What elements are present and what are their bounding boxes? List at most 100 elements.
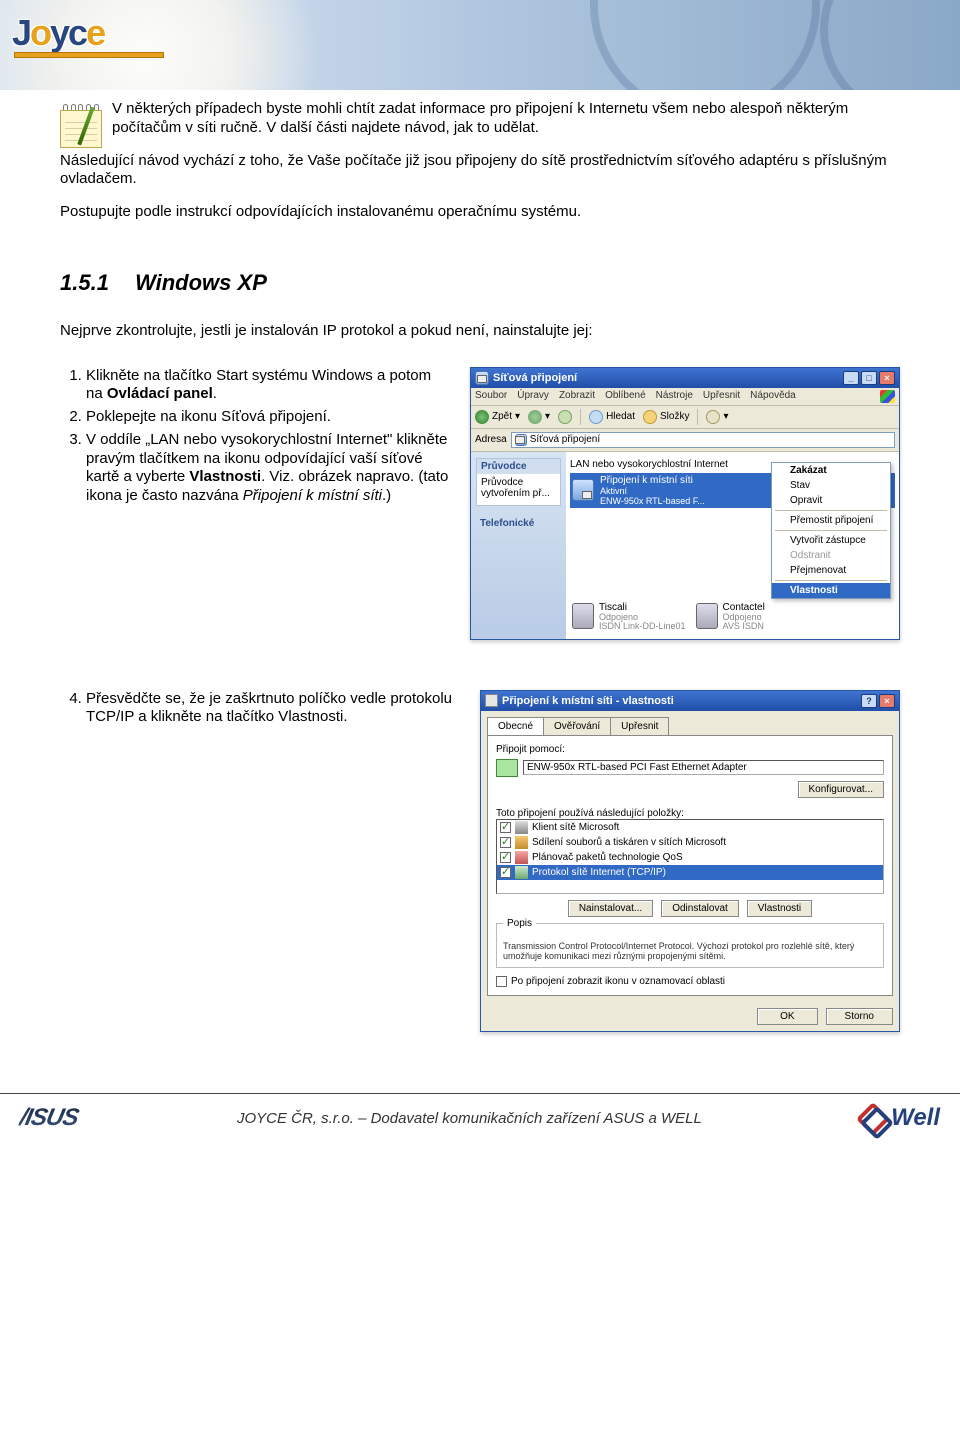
network-icon xyxy=(515,434,527,446)
maximize-button[interactable]: □ xyxy=(861,371,877,385)
show-icon-checkbox[interactable] xyxy=(496,976,507,987)
step-4: Přesvědčte se, že je zaškrtnuto políčko … xyxy=(86,690,460,728)
forward-icon xyxy=(528,410,542,424)
description-label: Popis xyxy=(503,918,536,929)
search-icon xyxy=(589,410,603,424)
list-item[interactable]: Klient sítě Microsoft xyxy=(497,820,883,835)
step-3: V oddíle „LAN nebo vysokorychlostní Inte… xyxy=(86,431,450,506)
ctx-properties[interactable]: Vlastnosti xyxy=(772,583,890,598)
forward-button[interactable]: ▾ xyxy=(528,410,550,424)
connect-using-label: Připojit pomocí: xyxy=(496,744,884,755)
close-button[interactable]: × xyxy=(879,371,895,385)
side-section-label: Telefonické xyxy=(476,516,561,531)
ctx-repair[interactable]: Opravit xyxy=(772,493,890,508)
network-connections-window: Síťová připojení _ □ × Soubor Úpravy Zob… xyxy=(470,367,900,640)
context-menu: Zakázat Stav Opravit Přemostit připojení… xyxy=(771,462,891,599)
menu-item[interactable]: Oblíbené xyxy=(605,390,646,403)
task-link[interactable]: Průvodce vytvořením př... xyxy=(481,477,556,499)
footer-text: JOYCE ČR, s.r.o. – Dodavatel komunikační… xyxy=(237,1110,702,1127)
views-button[interactable]: ▾ xyxy=(706,410,728,424)
window-title: Připojení k místní síti - vlastnosti xyxy=(502,695,674,707)
connection-properties-dialog: Připojení k místní síti - vlastnosti ? ×… xyxy=(480,690,900,1033)
section-title: Windows XP xyxy=(135,270,267,295)
tab-general[interactable]: Obecné xyxy=(487,717,544,735)
share-icon xyxy=(515,836,528,849)
phone-icon xyxy=(572,603,594,629)
windows-flag-icon xyxy=(880,390,895,403)
ctx-rename[interactable]: Přejmenovat xyxy=(772,563,890,578)
up-button[interactable] xyxy=(558,410,572,424)
list-item[interactable]: Sdílení souborů a tiskáren v sítích Micr… xyxy=(497,835,883,850)
main-pane: LAN nebo vysokorychlostní Internet Připo… xyxy=(566,452,899,639)
ctx-bridge[interactable]: Přemostit připojení xyxy=(772,513,890,528)
section-number: 1.5.1 xyxy=(60,270,109,295)
qos-icon xyxy=(515,851,528,864)
menubar: Soubor Úpravy Zobrazit Oblíbené Nástroje… xyxy=(471,388,899,406)
dialog-icon xyxy=(485,694,498,707)
notepad-icon xyxy=(60,100,102,148)
close-button[interactable]: × xyxy=(879,694,895,708)
intro-paragraph: Nejprve zkontrolujte, jestli je instalov… xyxy=(60,322,900,341)
tab-bar: Obecné Ověřování Upřesnit xyxy=(481,711,899,735)
tab-advanced[interactable]: Upřesnit xyxy=(610,717,669,735)
phone-icon xyxy=(696,603,718,629)
address-field[interactable]: Síťová připojení xyxy=(511,432,895,448)
menu-item[interactable]: Zobrazit xyxy=(559,390,595,403)
well-logo: Well xyxy=(861,1104,940,1132)
folders-button[interactable]: Složky xyxy=(643,410,689,424)
ctx-disable[interactable]: Zakázat xyxy=(772,463,890,478)
step-1: Klikněte na tlačítko Start systému Windo… xyxy=(86,367,450,405)
client-icon xyxy=(515,821,528,834)
window-titlebar: Připojení k místní síti - vlastnosti ? × xyxy=(481,691,899,711)
minimize-button[interactable]: _ xyxy=(843,371,859,385)
task-pane: Průvodce Průvodce vytvořením př... Telef… xyxy=(471,452,566,639)
toolbar: Zpět ▾ ▾ Hledat Složky ▾ xyxy=(471,406,899,429)
nic-icon xyxy=(496,759,518,777)
page-footer: /ISUS JOYCE ČR, s.r.o. – Dodavatel komun… xyxy=(0,1093,960,1142)
search-button[interactable]: Hledat xyxy=(589,410,635,424)
list-item[interactable]: Plánovač paketů technologie QoS xyxy=(497,850,883,865)
menu-item[interactable]: Upřesnit xyxy=(703,390,740,403)
properties-button[interactable]: Vlastnosti xyxy=(747,900,812,917)
dialup-item[interactable]: Contactel Odpojeno AVS ISDN xyxy=(696,602,765,631)
ok-button[interactable]: OK xyxy=(757,1008,817,1025)
network-icon xyxy=(475,371,489,385)
adapter-name-field: ENW-950x RTL-based PCI Fast Ethernet Ada… xyxy=(523,760,884,775)
note-paragraph: V některých případech byste mohli chtít … xyxy=(112,100,900,138)
list-item-tcpip[interactable]: Protokol sítě Internet (TCP/IP) xyxy=(497,865,883,880)
configure-button[interactable]: Konfigurovat... xyxy=(798,781,884,798)
install-button[interactable]: Nainstalovat... xyxy=(568,900,653,917)
window-title: Síťová připojení xyxy=(493,372,577,384)
dialup-item[interactable]: Tiscali Odpojeno ISDN Link-DD-Line01 xyxy=(572,602,686,631)
asus-logo: /ISUS xyxy=(17,1104,81,1132)
menu-item[interactable]: Úpravy xyxy=(517,390,549,403)
checkbox-icon[interactable] xyxy=(500,852,511,863)
tab-auth[interactable]: Ověřování xyxy=(543,717,611,735)
cancel-button[interactable]: Storno xyxy=(826,1008,893,1025)
connection-icon xyxy=(572,479,594,501)
window-titlebar: Síťová připojení _ □ × xyxy=(471,368,899,388)
folder-icon xyxy=(643,410,657,424)
menu-item[interactable]: Soubor xyxy=(475,390,507,403)
components-listbox[interactable]: Klient sítě Microsoft Sdílení souborů a … xyxy=(496,819,884,894)
back-button[interactable]: Zpět ▾ xyxy=(475,410,520,424)
address-bar: Adresa Síťová připojení xyxy=(471,429,899,452)
section-heading: 1.5.1 Windows XP xyxy=(60,270,900,296)
ctx-shortcut[interactable]: Vytvořit zástupce xyxy=(772,533,890,548)
checkbox-icon[interactable] xyxy=(500,822,511,833)
uninstall-button[interactable]: Odinstalovat xyxy=(661,900,739,917)
checkbox-icon[interactable] xyxy=(500,867,511,878)
description-text: Transmission Control Protocol/Internet P… xyxy=(503,941,877,962)
paragraph-2: Následující návod vychází z toho, že Vaš… xyxy=(60,152,900,190)
step-2: Poklepejte na ikonu Síťová připojení. xyxy=(86,408,450,427)
paragraph-3: Postupujte podle instrukcí odpovídajícíc… xyxy=(60,203,900,222)
well-loop-icon xyxy=(861,1107,887,1129)
uses-items-label: Toto připojení používá následující polož… xyxy=(496,808,884,819)
checkbox-icon[interactable] xyxy=(500,837,511,848)
back-icon xyxy=(475,410,489,424)
ctx-status[interactable]: Stav xyxy=(772,478,890,493)
menu-item[interactable]: Nápověda xyxy=(750,390,796,403)
menu-item[interactable]: Nástroje xyxy=(656,390,693,403)
help-button[interactable]: ? xyxy=(861,694,877,708)
page-content: V některých případech byste mohli chtít … xyxy=(0,0,960,1142)
